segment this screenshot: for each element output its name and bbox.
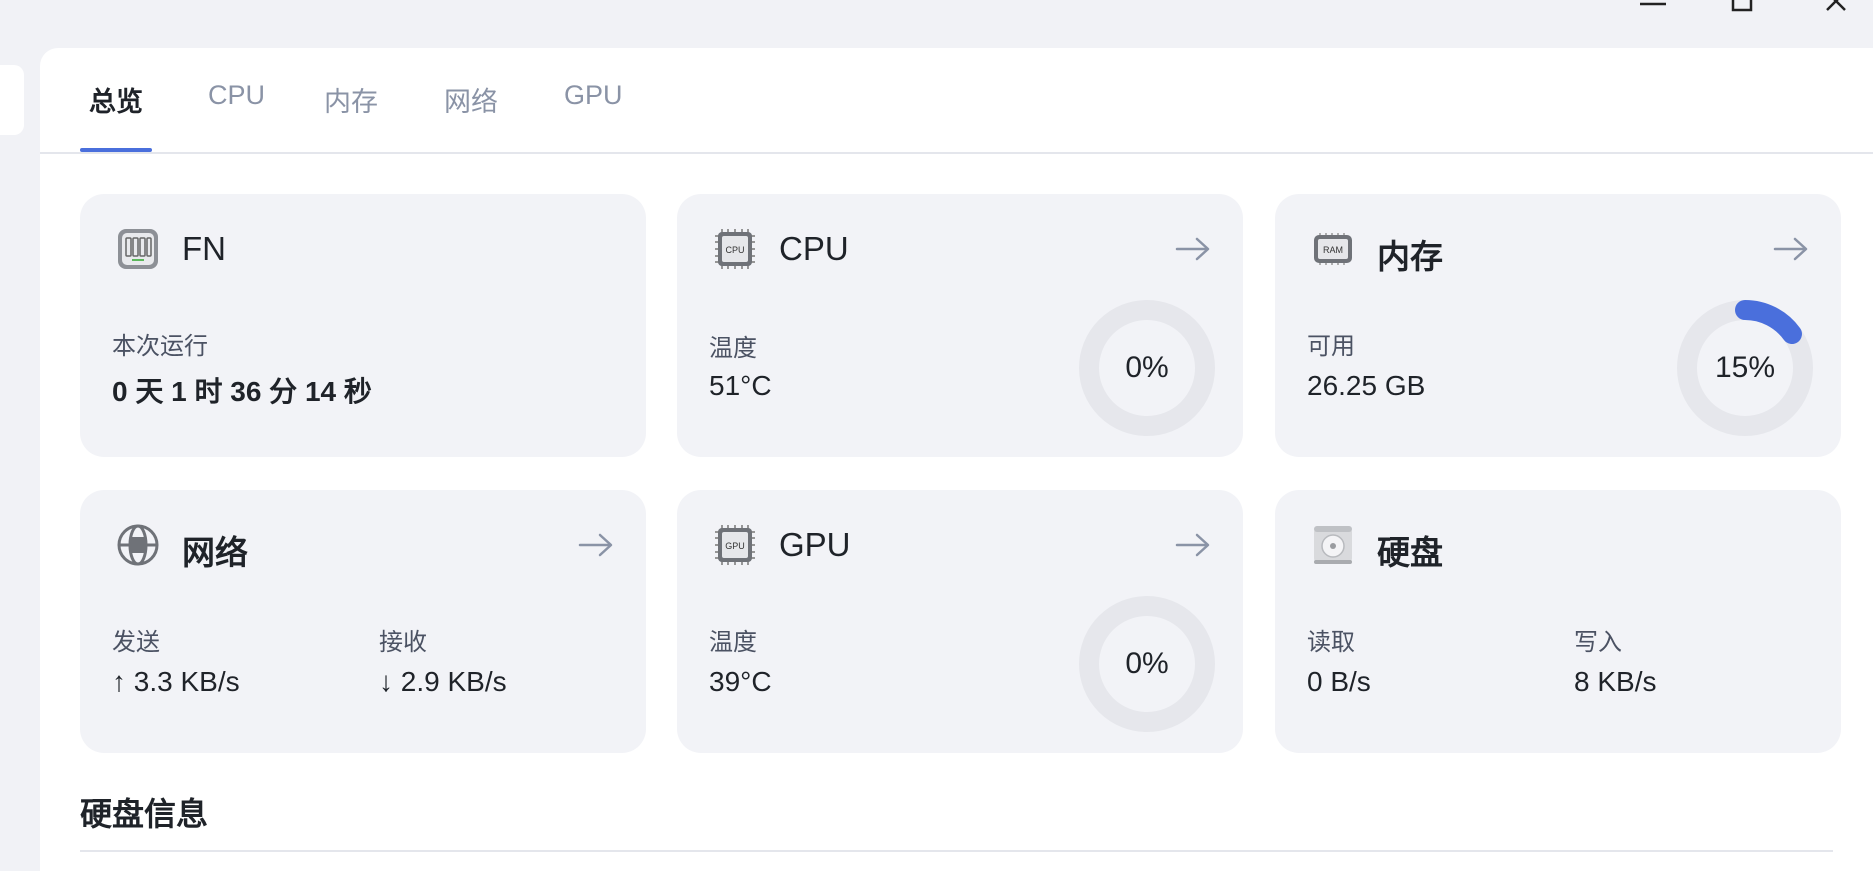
card-gpu: GPU GPU 温度 39°C 0% — [677, 490, 1243, 753]
gpu-usage-gauge: 0% — [1077, 594, 1217, 734]
arrow-right-icon[interactable] — [1173, 530, 1213, 560]
svg-text:CPU: CPU — [725, 245, 744, 255]
card-title: 硬盘 — [1377, 534, 1443, 571]
write-label: 写入 — [1574, 629, 1622, 656]
gpu-chip-icon: GPU — [715, 525, 755, 565]
send-label: 发送 — [112, 629, 160, 656]
memory-usage-value: 15% — [1714, 351, 1776, 384]
memory-usage-gauge: 15% — [1675, 298, 1815, 438]
close-button[interactable] — [1821, 0, 1851, 18]
tab-overview[interactable]: 总览 — [89, 80, 143, 119]
card-title: 内存 — [1377, 238, 1443, 275]
receive-label: 接收 — [379, 629, 427, 656]
temperature-value: 51°C — [709, 370, 772, 401]
temperature-label: 温度 — [709, 335, 757, 362]
temperature-value: 39°C — [709, 666, 772, 697]
tab-network[interactable]: 网络 — [444, 80, 498, 119]
temperature-label: 温度 — [709, 629, 757, 656]
svg-text:GPU: GPU — [725, 541, 745, 551]
available-value: 26.25 GB — [1307, 370, 1426, 401]
uptime-value: 0 天 1 时 36 分 14 秒 — [112, 376, 372, 407]
card-title: 网络 — [182, 534, 248, 571]
minimize-icon — [1640, 2, 1666, 6]
maximize-icon — [1731, 0, 1753, 12]
card-disk: 硬盘 读取 0 B/s 写入 8 KB/s — [1275, 490, 1841, 753]
ram-icon: RAM — [1314, 233, 1352, 265]
available-label: 可用 — [1307, 333, 1355, 360]
write-value: 8 KB/s — [1574, 666, 1657, 697]
card-memory: RAM 内存 可用 26.25 GB 15% — [1275, 194, 1841, 457]
sidebar-edge — [0, 65, 24, 135]
tab-gpu[interactable]: GPU — [564, 80, 623, 111]
read-value: 0 B/s — [1307, 666, 1371, 697]
card-title: FN — [182, 230, 226, 267]
send-value: ↑ 3.3 KB/s — [112, 666, 240, 697]
section-divider — [80, 850, 1833, 852]
card-system: FN 本次运行 0 天 1 时 36 分 14 秒 — [80, 194, 646, 457]
active-tab-indicator — [80, 148, 152, 152]
cpu-usage-value: 0% — [1125, 351, 1169, 384]
cpu-usage-gauge: 0% — [1077, 298, 1217, 438]
receive-value: ↓ 2.9 KB/s — [379, 666, 507, 697]
main-panel: 总览 CPU 内存 网络 GPU FN 本次运行 0 天 1 时 36 分 14… — [40, 48, 1873, 871]
arrow-right-icon[interactable] — [1771, 234, 1811, 264]
gpu-usage-value: 0% — [1125, 647, 1169, 680]
card-cpu: CPU CPU 温度 51°C 0% — [677, 194, 1243, 457]
tab-cpu[interactable]: CPU — [208, 80, 265, 111]
card-title: GPU — [779, 526, 851, 563]
maximize-button[interactable] — [1727, 0, 1757, 18]
uptime-label: 本次运行 — [112, 333, 208, 360]
cpu-chip-icon: CPU — [715, 229, 755, 269]
section-title-disk-info: 硬盘信息 — [80, 796, 209, 832]
card-network: 网络 发送 ↑ 3.3 KB/s 接收 ↓ 2.9 KB/s — [80, 490, 646, 753]
tab-bar: 总览 CPU 内存 网络 GPU — [40, 48, 1873, 154]
hard-drive-icon — [1314, 526, 1352, 564]
minimize-button[interactable] — [1638, 0, 1668, 18]
card-title: CPU — [779, 230, 849, 267]
nas-icon — [118, 229, 158, 269]
close-icon — [1826, 0, 1846, 11]
arrow-right-icon[interactable] — [1173, 234, 1213, 264]
arrow-right-icon[interactable] — [576, 530, 616, 560]
read-label: 读取 — [1307, 629, 1355, 656]
svg-text:RAM: RAM — [1323, 245, 1343, 255]
globe-icon — [117, 524, 159, 566]
tab-memory[interactable]: 内存 — [324, 80, 378, 119]
